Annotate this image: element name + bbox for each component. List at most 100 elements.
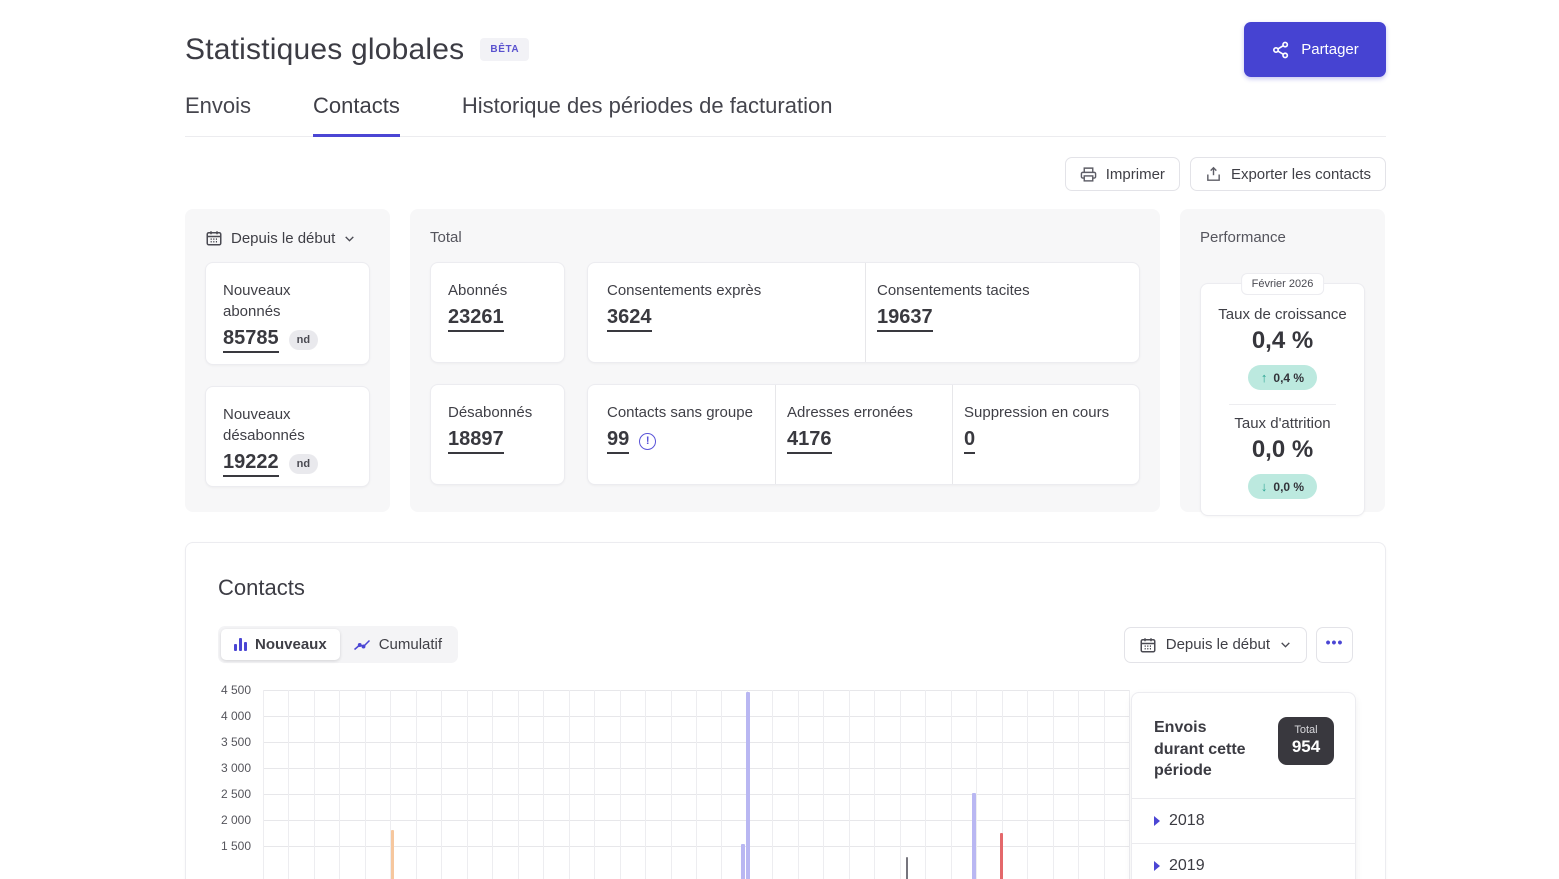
v-gridline bbox=[492, 690, 493, 879]
chart-bar[interactable] bbox=[746, 692, 750, 879]
contacts-misc-card: Contacts sans groupe 99 ! Adresses erron… bbox=[587, 384, 1140, 485]
divider bbox=[1229, 404, 1336, 405]
period-panel: Depuis le début Nouveaux abonnés 85785 n… bbox=[185, 209, 390, 512]
arrow-down-icon: ↓ bbox=[1261, 479, 1268, 494]
export-contacts-label: Exporter les contacts bbox=[1231, 166, 1371, 183]
deletion-in-progress-value[interactable]: 0 bbox=[964, 428, 975, 454]
line-chart-icon bbox=[353, 638, 371, 652]
v-gridline bbox=[594, 690, 595, 879]
chart-bar[interactable] bbox=[391, 830, 394, 879]
performance-card: Février 2026 Taux de croissance 0,4 % ↑ … bbox=[1200, 283, 1365, 516]
tab-bar: Envois Contacts Historique des périodes … bbox=[185, 93, 1386, 137]
subscribers-card: Abonnés 23261 bbox=[430, 262, 565, 363]
v-gridline bbox=[798, 690, 799, 879]
calendar-icon bbox=[205, 229, 223, 247]
toggle-nouveaux[interactable]: Nouveaux bbox=[221, 629, 340, 660]
new-unsubscribers-card: Nouveaux désabonnés 19222 nd bbox=[205, 386, 370, 487]
subscribers-value[interactable]: 23261 bbox=[448, 306, 504, 332]
more-options-button[interactable]: ••• bbox=[1316, 627, 1353, 663]
v-gridline bbox=[314, 690, 315, 879]
nd-badge: nd bbox=[289, 330, 318, 350]
new-subscribers-value[interactable]: 85785 bbox=[223, 327, 279, 353]
page-title: Statistiques globales bbox=[185, 33, 464, 67]
v-gridline bbox=[1078, 690, 1079, 879]
chart-period-dropdown[interactable]: Depuis le début bbox=[1124, 627, 1307, 663]
y-axis-tick: 3 000 bbox=[221, 761, 251, 775]
v-gridline bbox=[416, 690, 417, 879]
print-button[interactable]: Imprimer bbox=[1065, 157, 1180, 191]
growth-delta: 0,4 % bbox=[1273, 371, 1304, 385]
tacit-consents-label: Consentements tacites bbox=[877, 280, 1129, 301]
envois-panel: Envois durant cette période Total 954 20… bbox=[1131, 692, 1356, 879]
actions-row: Imprimer Exporter les contacts bbox=[185, 157, 1386, 191]
toggle-cumulatif[interactable]: Cumulatif bbox=[340, 629, 455, 660]
chart-bar[interactable] bbox=[906, 857, 908, 879]
share-button[interactable]: Partager bbox=[1244, 22, 1386, 77]
chevron-down-icon bbox=[1279, 638, 1292, 651]
v-gridline bbox=[951, 690, 952, 879]
v-gridline bbox=[772, 690, 773, 879]
warning-circle-icon[interactable]: ! bbox=[639, 433, 656, 450]
v-gridline bbox=[620, 690, 621, 879]
growth-trend-badge: ↑ 0,4 % bbox=[1248, 365, 1317, 390]
period-dropdown[interactable]: Depuis le début bbox=[205, 229, 356, 247]
caret-right-icon bbox=[1154, 816, 1160, 826]
v-gridline bbox=[671, 690, 672, 879]
y-axis-tick: 2 500 bbox=[221, 787, 251, 801]
page-header: Statistiques globales BÊTA Partager bbox=[185, 0, 1386, 77]
stats-row: Depuis le début Nouveaux abonnés 85785 n… bbox=[185, 209, 1386, 512]
v-gridline bbox=[823, 690, 824, 879]
unsubscribed-value[interactable]: 18897 bbox=[448, 428, 504, 454]
chart-bar[interactable] bbox=[741, 844, 745, 879]
export-contacts-button[interactable]: Exporter les contacts bbox=[1190, 157, 1386, 191]
no-group-label: Contacts sans groupe bbox=[607, 402, 765, 423]
v-gridline bbox=[1104, 690, 1105, 879]
year-row-2018[interactable]: 2018 bbox=[1132, 799, 1355, 844]
v-gridline bbox=[645, 690, 646, 879]
toggle-cumulatif-label: Cumulatif bbox=[379, 636, 442, 653]
v-gridline bbox=[696, 690, 697, 879]
no-group-value[interactable]: 99 bbox=[607, 428, 629, 454]
v-gridline bbox=[1129, 690, 1130, 879]
v-gridline bbox=[874, 690, 875, 879]
new-subscribers-card: Nouveaux abonnés 85785 nd bbox=[205, 262, 370, 365]
period-dropdown-label: Depuis le début bbox=[231, 230, 335, 247]
express-consents-value[interactable]: 3624 bbox=[607, 306, 652, 332]
v-gridline bbox=[569, 690, 570, 879]
y-axis-tick: 3 500 bbox=[221, 735, 251, 749]
consents-card: Consentements exprès 3624 Consentements … bbox=[587, 262, 1140, 363]
v-gridline bbox=[263, 690, 264, 879]
y-axis-tick: 2 000 bbox=[221, 813, 251, 827]
v-gridline bbox=[441, 690, 442, 879]
tab-contacts[interactable]: Contacts bbox=[313, 93, 400, 136]
tacit-consents-value[interactable]: 19637 bbox=[877, 306, 933, 332]
chevron-down-icon bbox=[343, 232, 356, 245]
chart-bar[interactable] bbox=[1000, 833, 1003, 879]
v-gridline bbox=[1053, 690, 1054, 879]
attrition-rate-label: Taux d'attrition bbox=[1211, 415, 1354, 432]
growth-rate-label: Taux de croissance bbox=[1211, 306, 1354, 323]
tab-historique-facturation[interactable]: Historique des périodes de facturation bbox=[462, 93, 833, 136]
contacts-chart-card: Contacts Nouveaux bbox=[185, 542, 1386, 879]
printer-icon bbox=[1080, 166, 1097, 183]
invalid-addresses-value[interactable]: 4176 bbox=[787, 428, 832, 454]
total-badge: Total 954 bbox=[1278, 717, 1334, 765]
year-row-2019[interactable]: 2019 bbox=[1132, 844, 1355, 879]
contacts-section-title: Contacts bbox=[218, 575, 1353, 601]
v-gridline bbox=[518, 690, 519, 879]
chart-period-label: Depuis le début bbox=[1166, 636, 1270, 653]
new-unsubscribers-value[interactable]: 19222 bbox=[223, 451, 279, 477]
chart-plot[interactable] bbox=[263, 690, 1129, 879]
tab-envois[interactable]: Envois bbox=[185, 93, 251, 136]
toggle-nouveaux-label: Nouveaux bbox=[255, 636, 327, 653]
y-axis-tick: 1 500 bbox=[221, 839, 251, 853]
bar-chart-icon bbox=[234, 638, 247, 651]
v-gridline bbox=[365, 690, 366, 879]
statistics-page: Statistiques globales BÊTA Partager Envo… bbox=[0, 0, 1559, 879]
chart-bar[interactable] bbox=[972, 793, 976, 879]
unsubscribed-card: Désabonnés 18897 bbox=[430, 384, 565, 485]
v-gridline bbox=[849, 690, 850, 879]
new-unsubscribers-label: Nouveaux désabonnés bbox=[223, 404, 352, 446]
chart-mode-toggle: Nouveaux Cumulatif bbox=[218, 626, 458, 663]
total-panel: Total Abonnés 23261 Consentements exprès… bbox=[410, 209, 1160, 512]
